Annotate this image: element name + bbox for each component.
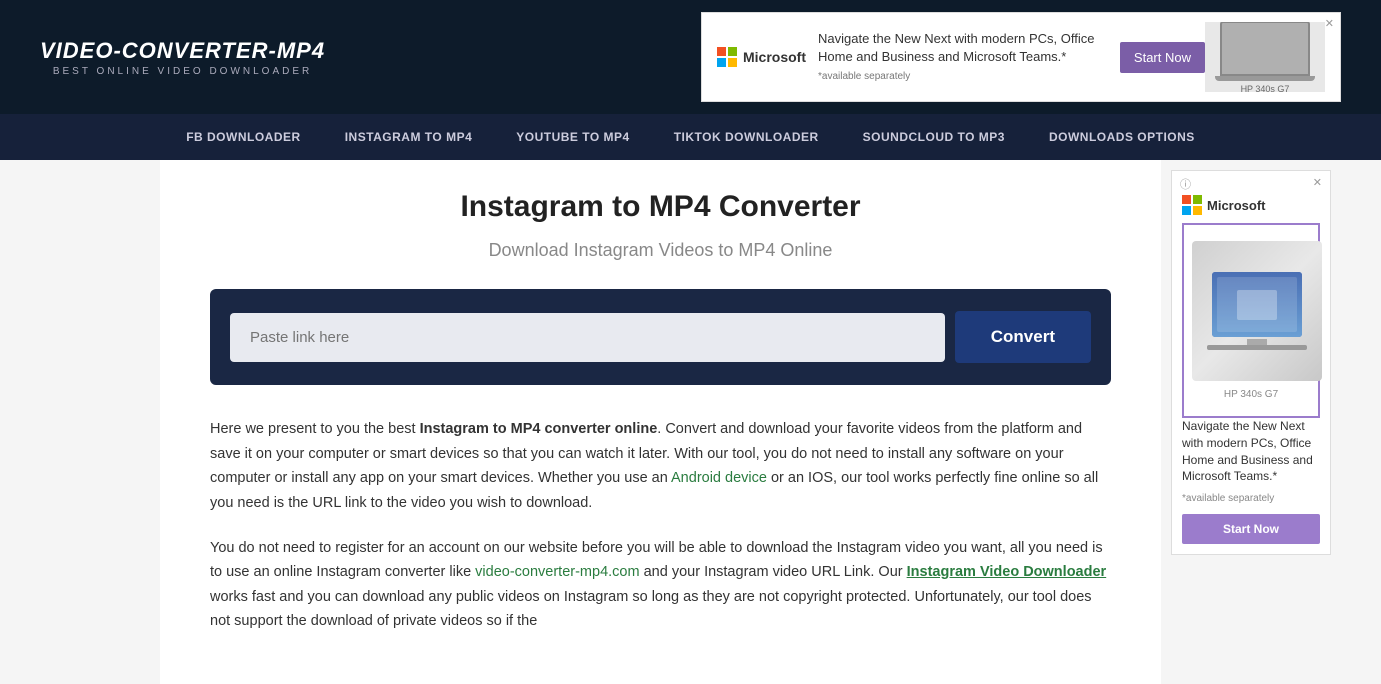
ms-logo: Microsoft [717,47,806,67]
page-body: Instagram to MP4 Converter Download Inst… [0,160,1381,684]
ms-grid-icon [717,47,737,67]
nav-soundcloud-to-mp3[interactable]: SOUNDCLOUD TO MP3 [841,114,1027,160]
body-paragraph-2: You do not need to register for an accou… [210,536,1111,635]
nav-youtube-to-mp4[interactable]: YOUTUBE TO MP4 [494,114,651,160]
ad-start-now-button[interactable]: Start Now [1120,42,1205,73]
url-input[interactable] [230,313,945,362]
page-subtitle: Download Instagram Videos to MP4 Online [210,240,1111,261]
laptop-shape [1220,22,1310,76]
sidebar-ad-close-icon[interactable]: ✕ [1313,176,1322,189]
nav-instagram-to-mp4[interactable]: INSTAGRAM TO MP4 [323,114,495,160]
sidebar-ad-small-text: *available separately [1182,493,1320,504]
main-content: Instagram to MP4 Converter Download Inst… [160,160,1161,684]
logo-title: VIDEO-CONVERTER-MP4 [40,38,325,64]
sidebar-start-now-button[interactable]: Start Now [1182,514,1320,544]
laptop-label: HP 340s G7 [1241,84,1290,93]
sidebar-ad-image-container: HP 340s G7 [1182,223,1320,418]
converter-box: Convert [210,289,1111,385]
android-device-link[interactable]: Android device [671,470,767,486]
sidebar-laptop-label: HP 340s G7 [1192,389,1310,400]
sidebar-ad: ⓘ ✕ Microsoft [1171,170,1331,555]
ad-laptop-image: HP 340s G7 [1205,22,1325,92]
ad-text: Navigate the New Next with modern PCs, O… [806,30,1120,85]
sidebar-ad-body-text: Navigate the New Next with modern PCs, O… [1182,418,1320,485]
sidebar-ms-label: Microsoft [1207,198,1266,213]
nav-downloads-options[interactable]: DOWNLOADS OPTIONS [1027,114,1217,160]
nav-tiktok-downloader[interactable]: TIKTOK DOWNLOADER [652,114,841,160]
sidebar-ms-logo: Microsoft [1182,195,1320,215]
body-paragraph-1: Here we present to you the best Instagra… [210,417,1111,516]
nav-fb-downloader[interactable]: FB DOWNLOADER [164,114,323,160]
laptop-screen [1212,272,1302,337]
instagram-downloader-link[interactable]: Instagram Video Downloader [907,564,1107,580]
logo-subtitle: BEST ONLINE VIDEO DOWNLOADER [53,66,312,77]
laptop-screen-content [1212,272,1302,337]
right-sidebar: ⓘ ✕ Microsoft [1161,160,1381,684]
page-title: Instagram to MP4 Converter [210,190,1111,224]
ms-label: Microsoft [743,49,806,65]
video-converter-link[interactable]: video-converter-mp4.com [475,564,639,580]
main-nav: FB DOWNLOADER INSTAGRAM TO MP4 YOUTUBE T… [0,114,1381,160]
ad-close-icon[interactable]: ✕ [1325,17,1334,30]
sidebar-laptop-image [1192,241,1322,381]
laptop-base-2 [1207,345,1307,350]
header-ad-banner: ✕ Microsoft Navigate the New Next with m… [701,12,1341,102]
logo: VIDEO-CONVERTER-MP4 BEST ONLINE VIDEO DO… [40,38,325,77]
convert-button[interactable]: Convert [955,311,1091,363]
sidebar-ms-grid-icon [1182,195,1202,215]
laptop-base [1215,76,1315,81]
left-sidebar [0,160,160,684]
header: VIDEO-CONVERTER-MP4 BEST ONLINE VIDEO DO… [0,0,1381,114]
sidebar-ad-info-icon[interactable]: ⓘ [1180,176,1191,192]
